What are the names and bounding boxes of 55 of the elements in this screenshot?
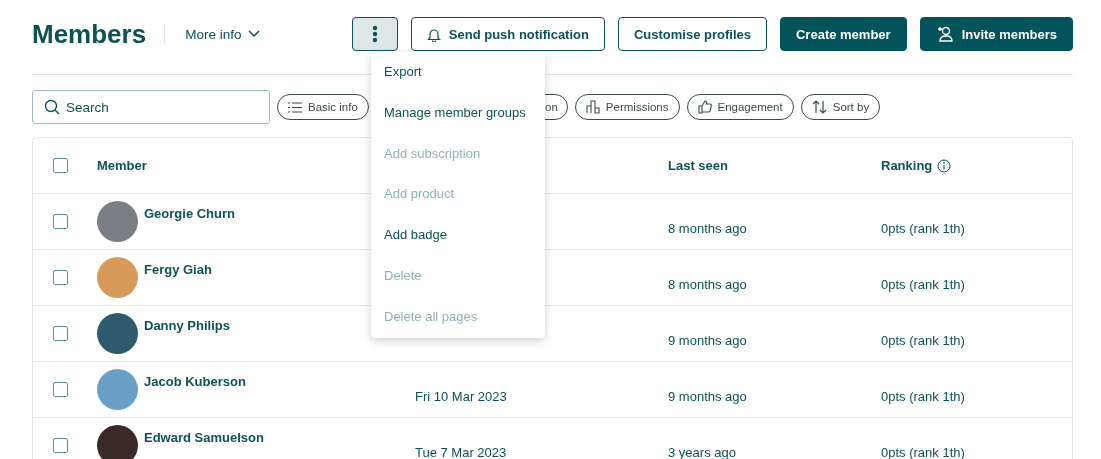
more-options-icon (371, 25, 378, 43)
list-icon (288, 101, 302, 113)
photo-placeholder (97, 425, 138, 459)
column-header: Member (97, 158, 147, 173)
bell-icon (426, 26, 441, 42)
info-icon[interactable] (937, 158, 952, 173)
row-checkbox[interactable] (53, 326, 68, 341)
photo-placeholder (97, 201, 138, 242)
table-cell: Tue 7 Mar 2023 (415, 445, 507, 459)
search-field[interactable]: Search (32, 90, 270, 124)
member-name[interactable]: Georgie Churn (144, 206, 235, 221)
column-header: Ranking (881, 158, 933, 173)
more-info-button[interactable]: More info (185, 26, 261, 42)
action-button[interactable]: Customise profiles (617, 17, 767, 51)
photo-placeholder (97, 313, 138, 354)
table-cell: 0pts (rank 1th) (881, 389, 965, 404)
row-checkbox[interactable] (53, 214, 68, 229)
member-name[interactable]: Danny Philips (144, 318, 230, 333)
page-title: Members (32, 18, 147, 50)
row-checkbox[interactable] (53, 270, 68, 285)
table-cell: 3 years ago (668, 445, 736, 459)
row-checkbox[interactable] (53, 438, 68, 453)
table-cell: 9 months ago (668, 389, 747, 404)
member-name[interactable]: Edward Samuelson (144, 430, 264, 445)
photo-placeholder (97, 257, 138, 298)
bar-chart-icon (585, 100, 600, 114)
photo-placeholder (97, 369, 138, 410)
table-cell: 0pts (rank 1th) (881, 445, 965, 459)
row-checkbox[interactable] (53, 382, 68, 397)
menu-item[interactable]: Export (371, 52, 545, 93)
chevron-down-icon (248, 30, 261, 38)
menu-item[interactable]: Add badge (371, 215, 545, 256)
member-name[interactable]: Fergy Giah (144, 262, 212, 277)
filter-chip[interactable]: Sort by (800, 94, 881, 120)
table-cell: 0pts (rank 1th) (881, 221, 965, 236)
action-button[interactable]: Send push notification (410, 17, 605, 51)
filter-chip[interactable]: Engagement (686, 94, 794, 120)
table-cell: 8 months ago (668, 277, 747, 292)
more-options-button[interactable] (351, 17, 398, 51)
table-cell: 0pts (rank 1th) (881, 333, 965, 348)
table-cell: 8 months ago (668, 221, 747, 236)
filter-chip[interactable]: Permissions (574, 94, 680, 120)
table-cell: 9 months ago (668, 333, 747, 348)
action-button[interactable]: Invite members (919, 17, 1073, 51)
filter-chip[interactable]: Basic info (277, 94, 369, 120)
column-header: Last seen (668, 158, 728, 173)
table-cell: Fri 10 Mar 2023 (415, 389, 507, 404)
sort-arrows-icon (811, 100, 827, 114)
thumbs-up-icon (697, 100, 712, 114)
select-all-checkbox[interactable] (53, 158, 68, 173)
table-cell: 0pts (rank 1th) (881, 277, 965, 292)
add-person-icon (935, 26, 954, 42)
menu-item[interactable]: Manage member groups (371, 92, 545, 134)
action-button[interactable]: Create member (779, 17, 907, 51)
member-name[interactable]: Jacob Kuberson (144, 374, 246, 389)
